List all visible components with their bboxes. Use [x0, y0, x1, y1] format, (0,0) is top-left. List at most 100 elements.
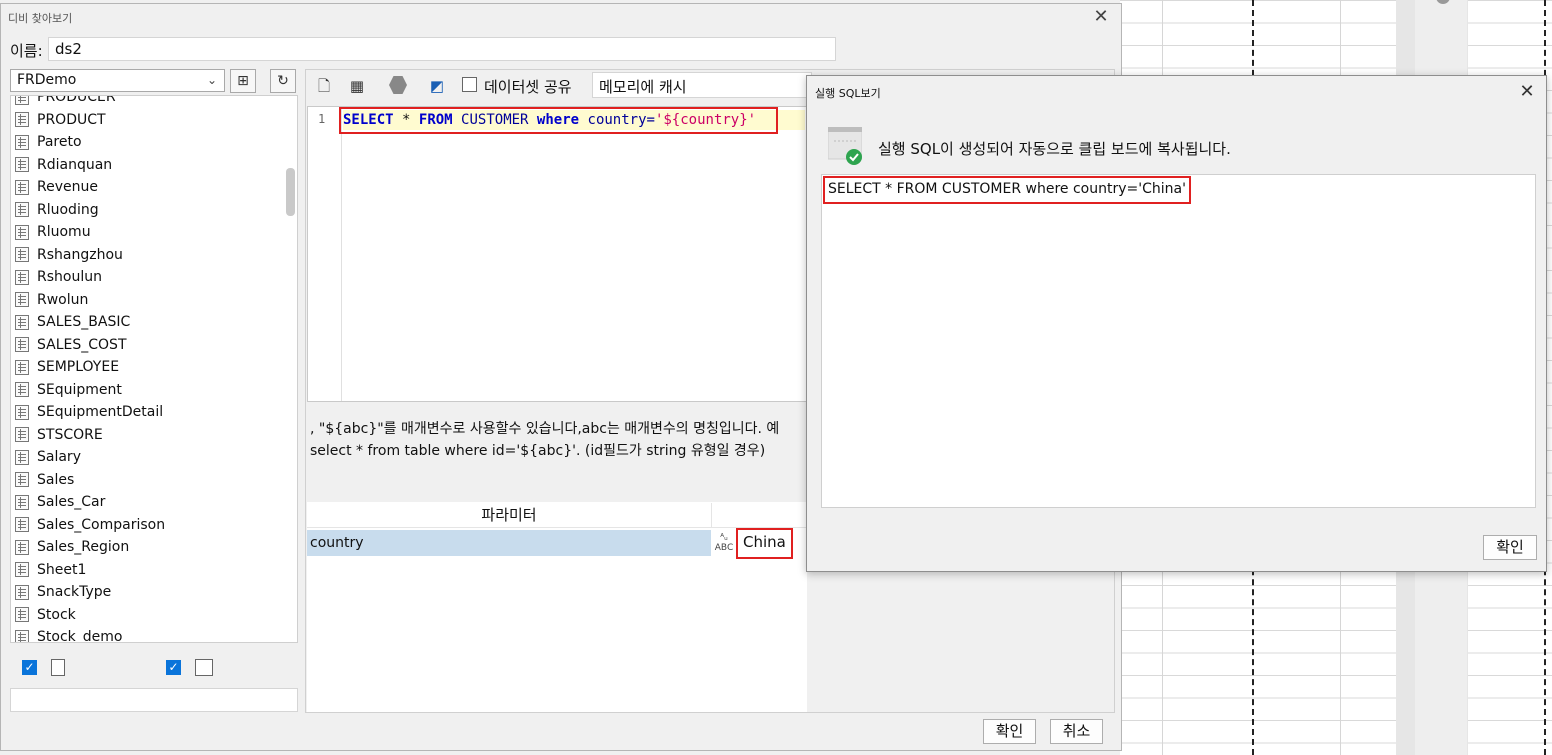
- table-tree[interactable]: PRODUCER PRODUCT Pareto Rdianquan Revenue Rlu…: [10, 95, 298, 643]
- table-icon: [15, 269, 29, 285]
- table-name: Rwolun: [37, 291, 89, 308]
- table-list-item[interactable]: STSCORE: [11, 424, 291, 447]
- ok-button[interactable]: 확인: [983, 719, 1036, 744]
- refresh-icon[interactable]: ↻: [270, 69, 296, 93]
- table-list-item[interactable]: Rshangzhou: [11, 244, 291, 267]
- table-list-item[interactable]: Rwolun: [11, 289, 291, 312]
- table-search-input[interactable]: [10, 688, 298, 712]
- preview-icon[interactable]: 🗋: [314, 76, 334, 96]
- table-icon: [15, 314, 29, 330]
- table-list-item[interactable]: SEquipmentDetail: [11, 401, 291, 424]
- table-list-item[interactable]: SEMPLOYEE: [11, 356, 291, 379]
- table-name: Sales_Comparison: [37, 516, 166, 533]
- executed-sql-text[interactable]: SELECT * FROM CUSTOMER where country='Ch…: [823, 176, 1191, 204]
- table-icon: [15, 382, 29, 398]
- table-icon: [15, 427, 29, 443]
- table-name: Pareto: [37, 134, 82, 151]
- table-icon: [15, 157, 29, 173]
- table-icon: [15, 202, 29, 218]
- line-gutter: [308, 107, 342, 401]
- table-icon: [15, 292, 29, 308]
- table-list-item[interactable]: Rdianquan: [11, 154, 291, 177]
- dialog-title: 디비 찾아보기: [8, 12, 73, 25]
- table-name: Rshoulun: [37, 269, 102, 286]
- table-name: SEquipmentDetail: [37, 404, 164, 421]
- table-name: PRODUCT: [37, 111, 106, 128]
- table-list-item[interactable]: PRODUCER: [11, 95, 291, 109]
- export-icon[interactable]: ◩: [427, 76, 447, 96]
- table-list-item[interactable]: Revenue: [11, 176, 291, 199]
- table-name: Rshangzhou: [37, 246, 123, 263]
- table-list-item[interactable]: SnackType: [11, 581, 291, 604]
- table-list-item[interactable]: Rluomu: [11, 221, 291, 244]
- cancel-button[interactable]: 취소: [1050, 719, 1103, 744]
- table-list-item[interactable]: Rluoding: [11, 199, 291, 222]
- parameter-name-cell[interactable]: country: [307, 530, 711, 556]
- table-list-item[interactable]: SALES_BASIC: [11, 311, 291, 334]
- share-dataset-label: 데이터셋 공유: [484, 78, 572, 96]
- table-icon: [15, 224, 29, 240]
- parameter-value-header: [711, 503, 807, 528]
- tree-scrollbar-thumb[interactable]: [286, 168, 295, 216]
- table-list-item[interactable]: Sales: [11, 469, 291, 492]
- table-list-item[interactable]: Sales_Comparison: [11, 514, 291, 537]
- table-list-item[interactable]: SEquipment: [11, 379, 291, 402]
- table-name: Sales_Car: [37, 494, 106, 511]
- table-name: Rluomu: [37, 224, 91, 241]
- table-name: SALES_BASIC: [37, 314, 131, 331]
- table-name: SnackType: [37, 584, 112, 601]
- table-icon: [15, 112, 29, 128]
- database-select[interactable]: FRDemo: [10, 69, 225, 92]
- table-list: PRODUCER PRODUCT Pareto Rdianquan Revenue Rlu…: [11, 95, 291, 643]
- table-list-item[interactable]: Stock_demo: [11, 626, 291, 643]
- share-dataset-checkbox[interactable]: [462, 77, 477, 92]
- popup-title: 실행 SQL보기: [815, 87, 881, 100]
- view-icon: [195, 659, 213, 676]
- cache-select[interactable]: 메모리에 캐시: [592, 72, 812, 98]
- table-icon: [15, 134, 29, 150]
- show-tables-checkbox[interactable]: ✓: [22, 660, 37, 675]
- preview-table-icon[interactable]: ⊞: [230, 69, 256, 93]
- table-icon: [15, 562, 29, 578]
- table-list-item[interactable]: Sales_Region: [11, 536, 291, 559]
- table-icon: [15, 629, 29, 642]
- sql-highlight-box: [339, 107, 778, 134]
- sql-editor[interactable]: [307, 106, 807, 402]
- popup-ok-button[interactable]: 확인: [1483, 535, 1537, 560]
- table-icon: [15, 359, 29, 375]
- close-icon[interactable]: ✕: [1092, 8, 1110, 26]
- table-list-item[interactable]: Pareto: [11, 131, 291, 154]
- table-list-item[interactable]: Sales_Car: [11, 491, 291, 514]
- table-list-item[interactable]: PRODUCT: [11, 109, 291, 132]
- param-highlight-box: [736, 528, 793, 559]
- close-icon[interactable]: ✕: [1518, 82, 1536, 102]
- table-name: SEMPLOYEE: [37, 359, 120, 376]
- table-icon: [51, 659, 65, 676]
- line-number: 1: [318, 112, 326, 126]
- table-list-item[interactable]: Stock: [11, 604, 291, 627]
- table-list-item[interactable]: SALES_COST: [11, 334, 291, 357]
- table-icon: [15, 607, 29, 623]
- chevron-down-icon[interactable]: ⌄: [200, 70, 224, 91]
- sql-output-area[interactable]: [821, 174, 1536, 508]
- table-icon: [15, 539, 29, 555]
- table-name: Rdianquan: [37, 156, 113, 173]
- table-name: Sheet1: [37, 561, 87, 578]
- table-icon: [15, 404, 29, 420]
- table-name: Sales: [37, 471, 75, 488]
- table-list-item[interactable]: Rshoulun: [11, 266, 291, 289]
- type-abc-icon[interactable]: ᴬᵤ ABC: [711, 530, 737, 556]
- table-name: PRODUCER: [37, 95, 116, 106]
- popup-message: 실행 SQL이 생성되어 자동으로 클립 보드에 복사됩니다.: [878, 140, 1231, 158]
- table-list-item[interactable]: Sheet1: [11, 559, 291, 582]
- table-name: Salary: [37, 449, 81, 466]
- show-views-checkbox[interactable]: ✓: [166, 660, 181, 675]
- table-icon: [15, 584, 29, 600]
- table-list-item[interactable]: Salary: [11, 446, 291, 469]
- table-name: Stock_demo: [37, 629, 123, 643]
- table-icon: [15, 449, 29, 465]
- sql-preview-icon[interactable]: ▦: [347, 76, 367, 96]
- table-icon: [15, 96, 29, 105]
- table-name: Rluoding: [37, 201, 99, 218]
- name-input[interactable]: ds2: [48, 37, 836, 61]
